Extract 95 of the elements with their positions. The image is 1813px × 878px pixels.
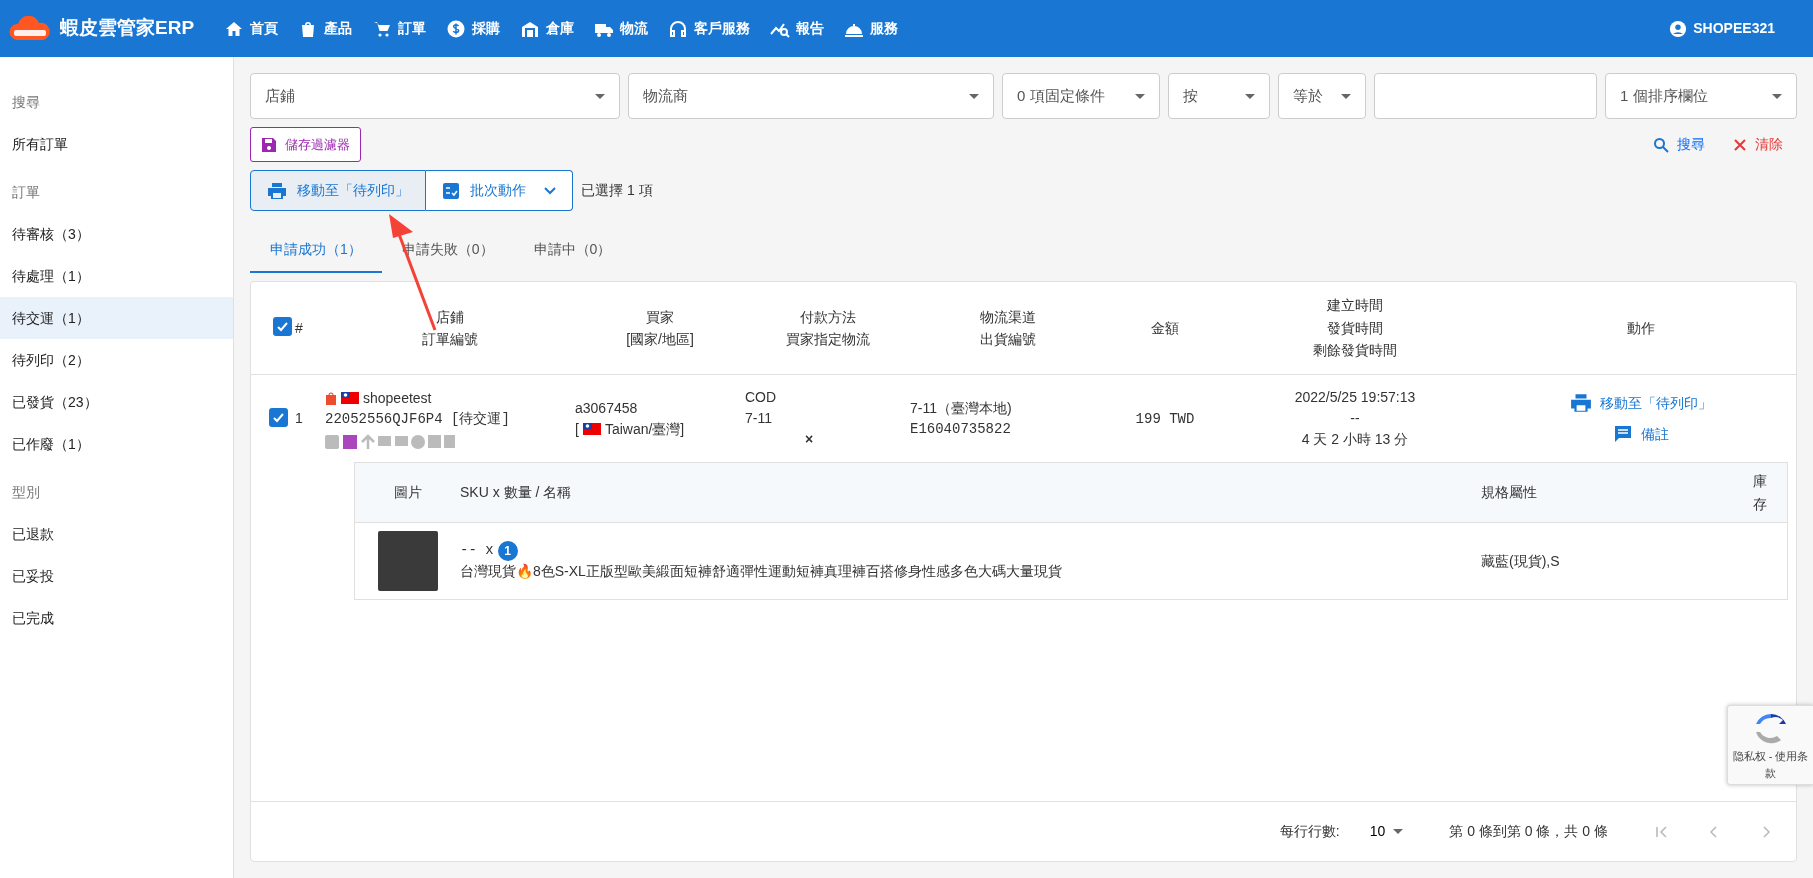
sidebar-item[interactable]: 待處理（1）	[0, 255, 233, 297]
sidebar-item[interactable]: 待交運（1）	[0, 297, 233, 339]
order-number: 22052556QJF6P4 [待交運]	[325, 409, 511, 429]
filter-dropdown[interactable]: 店鋪	[250, 73, 620, 119]
remaining-ship-time: 4 天 2 小時 13 分	[1300, 430, 1410, 449]
order-amount: 199 TWD	[1135, 410, 1195, 427]
search-link[interactable]: 搜尋	[1647, 133, 1711, 156]
sidebar-heading: 型別	[11, 482, 41, 502]
item-column-header: 庫存	[1753, 472, 1767, 514]
row-action-link[interactable]: 移動至「待列印」	[1563, 391, 1718, 415]
column-header: 物流渠道 出貨編號	[978, 307, 1037, 349]
rows-per-page-label: 每行行數:	[1279, 822, 1340, 841]
sidebar-item[interactable]: 待審核（3）	[0, 213, 233, 255]
close-icon	[1733, 137, 1747, 152]
photo-placeholder	[377, 531, 438, 591]
preferred-logistics: 7-11	[745, 409, 773, 428]
filter-dropdown[interactable]: 物流商	[628, 73, 994, 119]
headset-icon	[668, 18, 689, 39]
filter-text-field[interactable]	[1374, 73, 1597, 119]
shop-name: shopeetest	[363, 388, 432, 408]
recaptcha-terms-text[interactable]: 隐私权 - 使用条款	[1728, 748, 1813, 781]
sidebar-item[interactable]: 待列印（2）	[0, 339, 233, 381]
payment-method: COD	[745, 388, 778, 407]
select-all-checkbox[interactable]	[272, 317, 292, 336]
sidebar-item[interactable]: 已完成	[0, 597, 233, 639]
selected-count-text: 已選擇 1 項	[581, 181, 653, 200]
tab[interactable]: 申請中（0）	[513, 227, 632, 273]
quantity-badge: 1	[497, 540, 518, 561]
item-column-header: 規格屬性	[1481, 483, 1538, 502]
dollar-icon	[446, 18, 467, 39]
clear-link[interactable]: 清除	[1727, 133, 1789, 156]
logistics-channel: 7-11（臺灣本地)	[910, 398, 1013, 418]
move-to-print-button[interactable]: 移動至「待列印」	[250, 170, 426, 211]
sidebar-heading: 訂單	[11, 182, 41, 202]
nav-menu-item[interactable]: 產品	[292, 14, 359, 43]
save-filter-button[interactable]: 儲存過濾器	[250, 127, 361, 162]
sidebar-item[interactable]: 已退款	[0, 513, 233, 555]
flag-icon	[582, 423, 601, 435]
row-number: 1	[295, 409, 304, 428]
sidebar-item[interactable]: 所有訂單	[0, 123, 233, 165]
printer-icon	[1569, 393, 1592, 413]
ship-time: --	[1349, 409, 1361, 428]
sidebar-item[interactable]: 已作廢（1）	[0, 423, 233, 465]
batch-action-button[interactable]: 批次動作	[426, 170, 573, 211]
bracket-text: [	[575, 419, 579, 439]
page-range-text: 第 0 條到第 0 條，共 0 條	[1449, 822, 1608, 841]
check-icon	[275, 320, 289, 333]
product-name: 台灣現貨🔥8色S-XL正版型歐美緞面短褲舒適彈性運動短褲真理褲百搭修身性感多色大碼大量現貨	[460, 562, 1063, 581]
search-icon	[1653, 136, 1669, 153]
item-column-header: 圖片	[392, 483, 423, 502]
column-header: 建立時間 發貨時間 剩餘發貨時間	[1312, 296, 1398, 361]
filter-dropdown[interactable]: 0 項固定條件	[1002, 73, 1160, 119]
chevron-down-icon	[544, 186, 556, 195]
cloud-logo-icon	[8, 15, 52, 42]
item-column-header: SKU x 數量 / 名稱	[460, 483, 573, 502]
nav-menu-item[interactable]: 物流	[588, 14, 655, 43]
column-header: #	[295, 318, 304, 338]
user-menu[interactable]: SHOPEE321	[1663, 14, 1781, 43]
column-header: 買家 [國家/地區]	[625, 307, 695, 349]
sidebar-item[interactable]: 已發貨（23）	[0, 381, 233, 423]
printer-icon	[267, 181, 287, 200]
nav-menu-item[interactable]: 採購	[440, 14, 507, 43]
row-checkbox[interactable]	[269, 407, 288, 427]
column-header: 動作	[1625, 318, 1656, 338]
user-avatar-icon	[1669, 19, 1688, 38]
column-header: 付款方法 買家指定物流	[784, 307, 871, 349]
nav-menu-item[interactable]: 報告	[764, 14, 831, 43]
tab[interactable]: 申請成功（1）	[250, 227, 382, 273]
cross-mark: ×	[805, 430, 815, 449]
rows-per-page-select[interactable]: 10	[1363, 820, 1410, 843]
column-header: 店鋪 訂單編號	[421, 307, 479, 349]
nav-menu-item[interactable]: 服務	[838, 14, 905, 43]
filter-dropdown[interactable]: 1 個排序欄位	[1605, 73, 1797, 119]
comment-icon	[1612, 424, 1633, 444]
brand-name: 蝦皮雲管家ERP	[60, 16, 195, 41]
filter-dropdown[interactable]: 按	[1168, 73, 1270, 119]
column-header: 金額	[1150, 318, 1180, 338]
nav-menu-item[interactable]: 訂單	[366, 14, 433, 43]
sidebar-item[interactable]: 已妥投	[0, 555, 233, 597]
row-action-link[interactable]: 備註	[1606, 422, 1675, 446]
flag-icon	[341, 392, 359, 404]
sku-text: -- x	[460, 541, 494, 560]
shopping-bag-icon	[325, 391, 337, 405]
sidebar-heading: 搜尋	[11, 92, 41, 112]
first-page-icon	[1654, 823, 1670, 840]
buyer-name: a3067458	[575, 398, 639, 418]
nav-menu-item[interactable]: 客戶服務	[662, 14, 757, 43]
checklist-icon	[442, 181, 460, 200]
filter-dropdown[interactable]: 等於	[1278, 73, 1366, 119]
spec-attribute: 藏藍(現貨),S	[1481, 551, 1561, 571]
buyer-country: Taiwan/臺灣]	[604, 419, 685, 439]
nav-menu-item[interactable]: 首頁	[218, 14, 285, 43]
nav-menu-item[interactable]: 倉庫	[514, 14, 581, 43]
created-time: 2022/5/25 19:57:13	[1293, 388, 1417, 407]
tracking-number: E16040735822	[910, 419, 1012, 439]
